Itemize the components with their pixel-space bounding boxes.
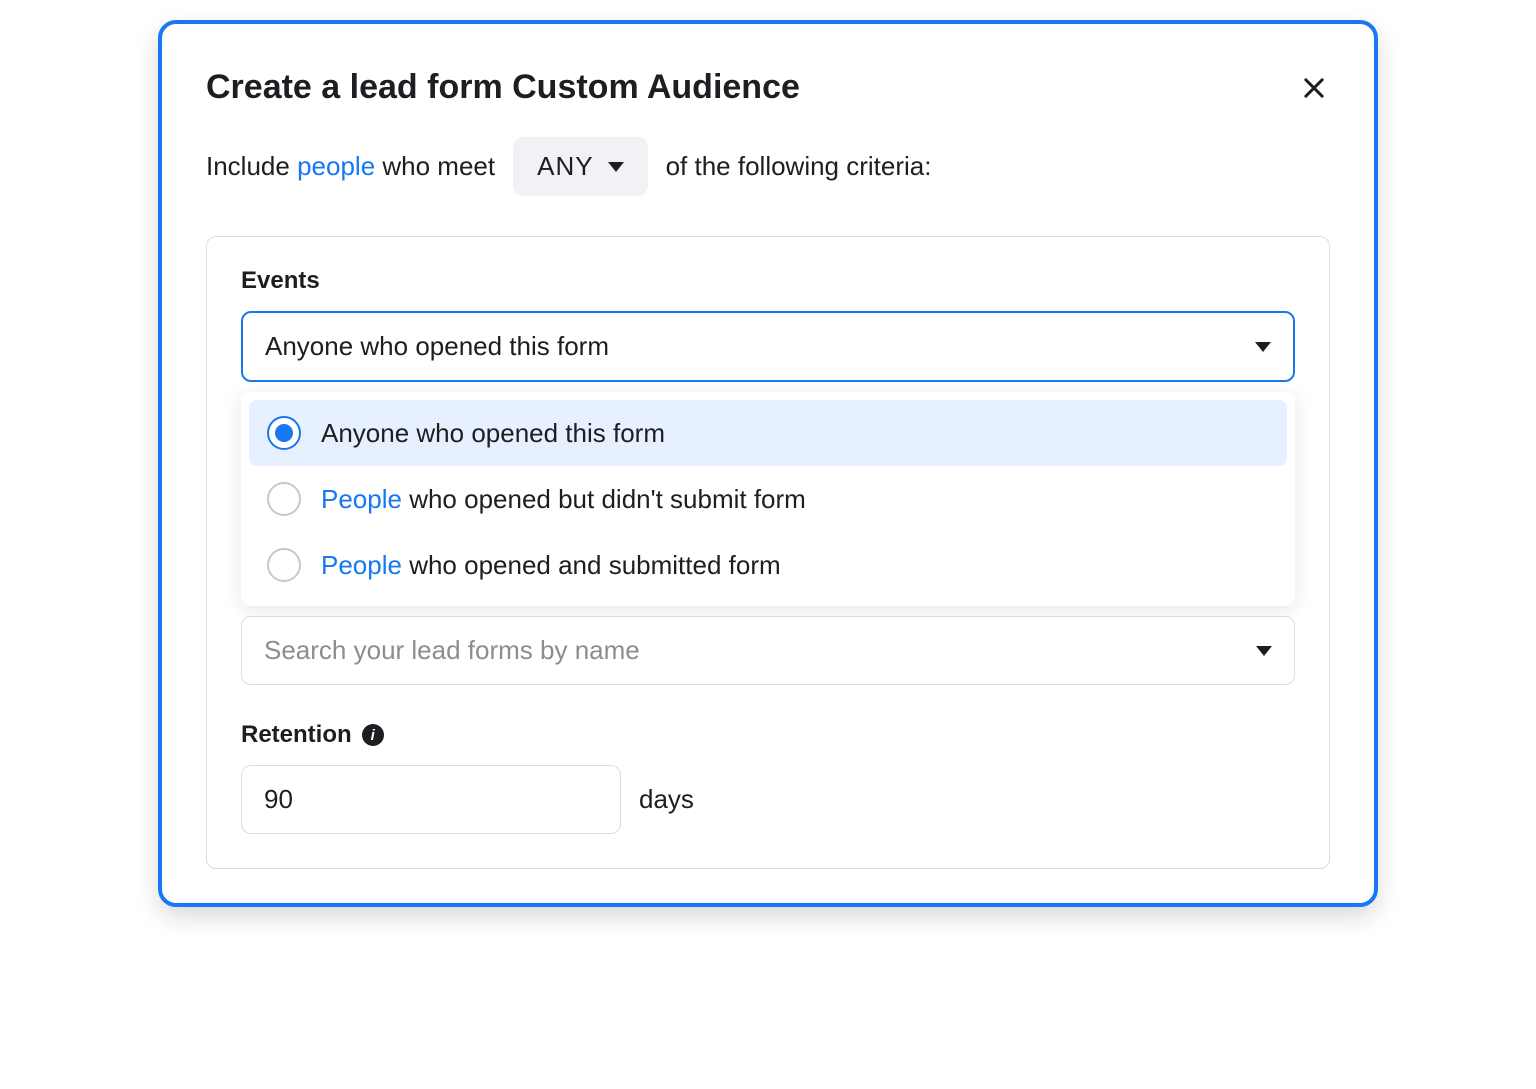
people-link: People bbox=[321, 484, 402, 514]
create-audience-modal: Create a lead form Custom Audience Inclu… bbox=[158, 20, 1378, 907]
events-option[interactable]: People who opened but didn't submit form bbox=[249, 466, 1287, 532]
retention-unit: days bbox=[639, 784, 694, 815]
chevron-down-icon bbox=[608, 162, 624, 172]
info-icon[interactable]: i bbox=[362, 724, 384, 746]
events-dropdown[interactable]: Anyone who opened this form bbox=[241, 311, 1295, 382]
modal-header: Create a lead form Custom Audience bbox=[206, 68, 1330, 107]
option-label: People who opened but didn't submit form bbox=[321, 484, 806, 515]
retention-label: Retention i bbox=[241, 721, 1295, 749]
chevron-down-icon bbox=[1256, 646, 1272, 656]
people-link: People bbox=[321, 550, 402, 580]
close-button[interactable] bbox=[1298, 72, 1330, 104]
lead-forms-search[interactable]: Search your lead forms by name bbox=[241, 616, 1295, 685]
radio-icon bbox=[267, 416, 301, 450]
events-option[interactable]: People who opened and submitted form bbox=[249, 532, 1287, 598]
radio-icon bbox=[267, 548, 301, 582]
events-option[interactable]: Anyone who opened this form bbox=[249, 400, 1287, 466]
events-selected-value: Anyone who opened this form bbox=[265, 331, 609, 362]
chevron-down-icon bbox=[1255, 342, 1271, 352]
close-icon bbox=[1300, 74, 1328, 102]
lead-forms-placeholder: Search your lead forms by name bbox=[264, 635, 640, 666]
match-mode-dropdown[interactable]: ANY bbox=[513, 137, 647, 196]
match-mode-label: ANY bbox=[537, 151, 593, 182]
people-link[interactable]: people bbox=[297, 151, 375, 181]
criteria-card: Events Anyone who opened this form Anyon… bbox=[206, 236, 1330, 869]
retention-row: days bbox=[241, 765, 1295, 834]
modal-title: Create a lead form Custom Audience bbox=[206, 68, 800, 107]
option-label: Anyone who opened this form bbox=[321, 418, 665, 449]
criteria-text-right: of the following criteria: bbox=[666, 151, 932, 182]
events-dropdown-panel: Anyone who opened this form People who o… bbox=[241, 392, 1295, 606]
retention-input[interactable] bbox=[241, 765, 621, 834]
criteria-text-left: Include people who meet bbox=[206, 151, 495, 182]
radio-icon bbox=[267, 482, 301, 516]
option-label: People who opened and submitted form bbox=[321, 550, 781, 581]
events-label: Events bbox=[241, 267, 1295, 295]
criteria-sentence: Include people who meet ANY of the follo… bbox=[206, 137, 1330, 196]
